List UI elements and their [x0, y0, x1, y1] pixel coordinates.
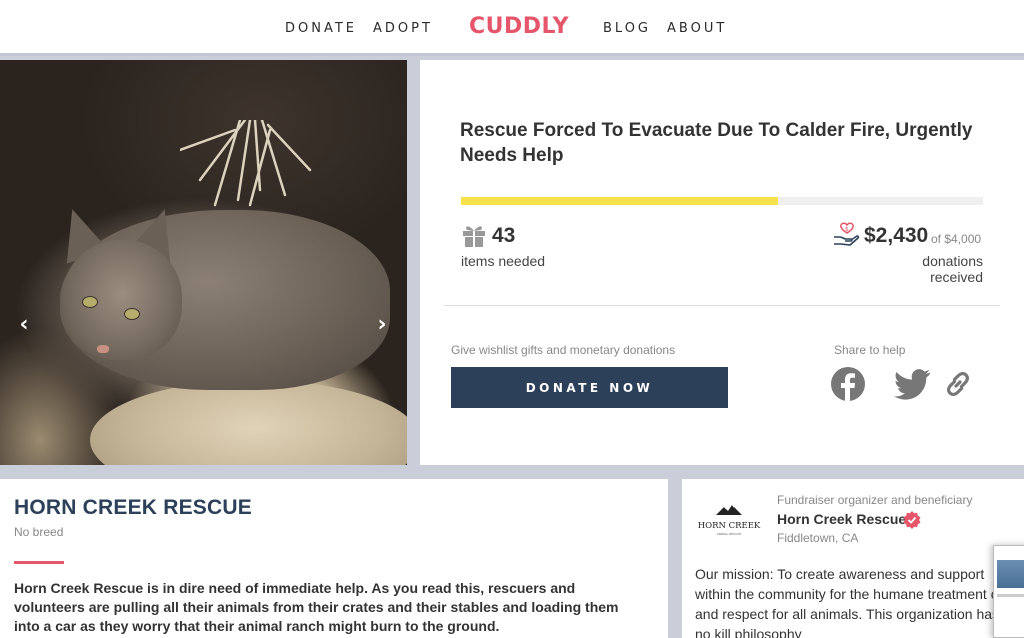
nav-link-blog[interactable]: BLOG: [603, 21, 651, 36]
floating-thumbnail[interactable]: [993, 545, 1024, 638]
breed-label: No breed: [14, 525, 64, 539]
cat-nose: [97, 345, 109, 353]
straw-decoration: [180, 120, 312, 207]
description-text: Horn Creek Rescue is in dire need of imm…: [14, 580, 619, 634]
nav-link-donate[interactable]: DONATE: [285, 21, 357, 36]
cushion: [90, 380, 407, 465]
nav-link-about[interactable]: ABOUT: [667, 21, 727, 36]
donate-now-button[interactable]: DONATE NOW: [451, 367, 728, 408]
progress-fill: [461, 197, 779, 205]
thumbnail-line: [997, 594, 1024, 597]
nav-link-adopt[interactable]: ADOPT: [373, 21, 433, 36]
accent-line: [14, 561, 64, 564]
items-label: items needed: [461, 253, 546, 269]
facebook-icon[interactable]: [830, 366, 866, 402]
thumbnail-image: [997, 560, 1024, 588]
verified-badge-icon: [903, 511, 921, 529]
rescue-name-heading: HORN CREEK RESCUE: [14, 496, 252, 519]
donations-amount: $2,430: [864, 224, 929, 247]
share-text: Share to help: [834, 343, 906, 357]
chevron-right-icon[interactable]: ›: [370, 314, 394, 338]
link-icon[interactable]: [943, 369, 973, 399]
give-text: Give wishlist gifts and monetary donatio…: [451, 343, 676, 357]
cat-eye: [82, 296, 98, 308]
svg-text:$: $: [845, 226, 849, 233]
divider: [444, 305, 1000, 306]
organizer-role: Fundraiser organizer and beneficiary: [777, 493, 973, 507]
progress-bar: [461, 197, 983, 205]
top-nav: DONATE ADOPT CUDDLY BLOG ABOUT: [0, 0, 1024, 56]
twitter-icon[interactable]: [894, 368, 930, 400]
chevron-left-icon[interactable]: ‹: [12, 314, 36, 338]
cat-head: [62, 240, 182, 360]
hero-carousel[interactable]: ‹ ›: [0, 60, 407, 465]
horn-creek-logo[interactable]: HORN CREEK ANIMAL RESCUE: [694, 501, 764, 541]
about-section: HORN CREEK RESCUE No breed Horn Creek Re…: [0, 479, 668, 638]
mission-text: Our mission: To create awareness and sup…: [695, 566, 1011, 638]
gift-icon: [463, 226, 485, 247]
organizer-card: HORN CREEK ANIMAL RESCUE Fundraiser orga…: [682, 479, 1024, 638]
campaign-card: Rescue Forced To Evacuate Due To Calder …: [420, 60, 1024, 465]
donations-label: donations received: [922, 253, 983, 285]
campaign-title: Rescue Forced To Evacuate Due To Calder …: [460, 120, 973, 166]
donations-goal: of $4,000: [931, 232, 982, 246]
items-count: 43: [492, 224, 516, 247]
organizer-name-link[interactable]: Horn Creek Rescue: [777, 511, 906, 527]
logo-text: HORN CREEK: [698, 521, 761, 531]
cat-eye: [124, 308, 140, 320]
cuddly-logo[interactable]: CUDDLY: [469, 14, 569, 39]
donation-hand-icon: $: [834, 222, 860, 246]
organizer-location: Fiddletown, CA: [777, 531, 859, 545]
logo-subtext: ANIMAL RESCUE: [717, 532, 742, 536]
